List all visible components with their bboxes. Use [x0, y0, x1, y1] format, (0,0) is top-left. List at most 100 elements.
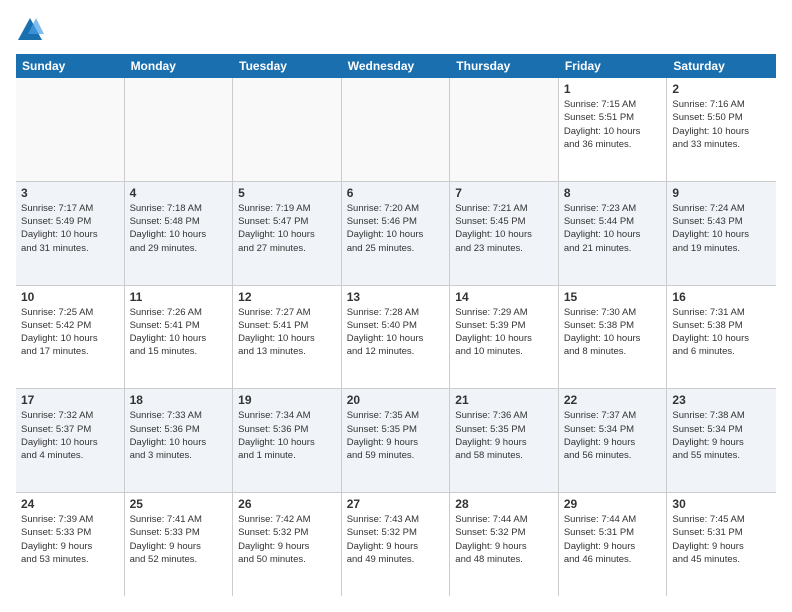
day-cell-28: 28 Sunrise: 7:44 AM Sunset: 5:32 PM Dayli… — [450, 493, 559, 596]
header-day-friday: Friday — [559, 54, 668, 78]
header-day-sunday: Sunday — [16, 54, 125, 78]
day-info: Sunrise: 7:16 AM Sunset: 5:50 PM Dayligh… — [672, 98, 771, 151]
header-day-saturday: Saturday — [667, 54, 776, 78]
day-cell-2: 2Sunrise: 7:16 AM Sunset: 5:50 PM Daylig… — [667, 78, 776, 181]
logo-icon — [16, 16, 44, 44]
day-number: 3 — [21, 186, 119, 200]
day-number: 22 — [564, 393, 662, 407]
day-info: Sunrise: 7:26 AM Sunset: 5:41 PM Dayligh… — [130, 306, 228, 359]
day-info: Sunrise: 7:45 AM Sunset: 5:31 PM Dayligh… — [672, 513, 771, 566]
empty-cell — [16, 78, 125, 181]
day-cell-6: 6 Sunrise: 7:20 AM Sunset: 5:46 PM Daylig… — [342, 182, 451, 285]
calendar-row-2: 10Sunrise: 7:25 AM Sunset: 5:42 PM Dayli… — [16, 286, 776, 390]
day-number: 16 — [672, 290, 771, 304]
day-cell-17: 17 Sunrise: 7:32 AM Sunset: 5:37 PM Dayli… — [16, 389, 125, 492]
day-info: Sunrise: 7:39 AM Sunset: 5:33 PM Dayligh… — [21, 513, 119, 566]
day-cell-10: 10Sunrise: 7:25 AM Sunset: 5:42 PM Dayli… — [16, 286, 125, 389]
day-number: 14 — [455, 290, 553, 304]
day-number: 10 — [21, 290, 119, 304]
day-info: Sunrise: 7:35 AM Sunset: 5:35 PM Dayligh… — [347, 409, 445, 462]
day-cell-8: 8 Sunrise: 7:23 AM Sunset: 5:44 PM Daylig… — [559, 182, 668, 285]
day-number: 18 — [130, 393, 228, 407]
day-number: 9 — [672, 186, 771, 200]
page: SundayMondayTuesdayWednesdayThursdayFrid… — [0, 0, 792, 612]
logo — [16, 16, 48, 44]
day-cell-15: 15Sunrise: 7:30 AM Sunset: 5:38 PM Dayli… — [559, 286, 668, 389]
empty-cell — [450, 78, 559, 181]
day-number: 25 — [130, 497, 228, 511]
day-info: Sunrise: 7:19 AM Sunset: 5:47 PM Dayligh… — [238, 202, 336, 255]
day-number: 13 — [347, 290, 445, 304]
day-info: Sunrise: 7:15 AM Sunset: 5:51 PM Dayligh… — [564, 98, 662, 151]
header — [16, 16, 776, 44]
day-cell-21: 21 Sunrise: 7:36 AM Sunset: 5:35 PM Dayli… — [450, 389, 559, 492]
day-number: 28 — [455, 497, 553, 511]
day-cell-16: 16 Sunrise: 7:31 AM Sunset: 5:38 PM Dayli… — [667, 286, 776, 389]
day-number: 20 — [347, 393, 445, 407]
day-info: Sunrise: 7:20 AM Sunset: 5:46 PM Dayligh… — [347, 202, 445, 255]
day-info: Sunrise: 7:30 AM Sunset: 5:38 PM Dayligh… — [564, 306, 662, 359]
day-number: 21 — [455, 393, 553, 407]
day-number: 19 — [238, 393, 336, 407]
header-day-monday: Monday — [125, 54, 234, 78]
day-cell-27: 27 Sunrise: 7:43 AM Sunset: 5:32 PM Dayli… — [342, 493, 451, 596]
day-number: 8 — [564, 186, 662, 200]
day-cell-20: 20 Sunrise: 7:35 AM Sunset: 5:35 PM Dayli… — [342, 389, 451, 492]
day-cell-12: 12 Sunrise: 7:27 AM Sunset: 5:41 PM Dayli… — [233, 286, 342, 389]
day-cell-26: 26 Sunrise: 7:42 AM Sunset: 5:32 PM Dayli… — [233, 493, 342, 596]
day-number: 27 — [347, 497, 445, 511]
day-cell-25: 25 Sunrise: 7:41 AM Sunset: 5:33 PM Dayli… — [125, 493, 234, 596]
day-number: 4 — [130, 186, 228, 200]
day-info: Sunrise: 7:23 AM Sunset: 5:44 PM Dayligh… — [564, 202, 662, 255]
day-number: 23 — [672, 393, 771, 407]
header-day-tuesday: Tuesday — [233, 54, 342, 78]
day-info: Sunrise: 7:42 AM Sunset: 5:32 PM Dayligh… — [238, 513, 336, 566]
day-info: Sunrise: 7:28 AM Sunset: 5:40 PM Dayligh… — [347, 306, 445, 359]
day-cell-3: 3 Sunrise: 7:17 AM Sunset: 5:49 PM Daylig… — [16, 182, 125, 285]
day-cell-30: 30 Sunrise: 7:45 AM Sunset: 5:31 PM Dayli… — [667, 493, 776, 596]
empty-cell — [342, 78, 451, 181]
day-info: Sunrise: 7:36 AM Sunset: 5:35 PM Dayligh… — [455, 409, 553, 462]
calendar-body: 1 Sunrise: 7:15 AM Sunset: 5:51 PM Daylig… — [16, 78, 776, 596]
day-info: Sunrise: 7:41 AM Sunset: 5:33 PM Dayligh… — [130, 513, 228, 566]
day-cell-29: 29Sunrise: 7:44 AM Sunset: 5:31 PM Dayli… — [559, 493, 668, 596]
day-number: 11 — [130, 290, 228, 304]
day-cell-19: 19 Sunrise: 7:34 AM Sunset: 5:36 PM Dayli… — [233, 389, 342, 492]
day-cell-11: 11 Sunrise: 7:26 AM Sunset: 5:41 PM Dayli… — [125, 286, 234, 389]
day-info: Sunrise: 7:33 AM Sunset: 5:36 PM Dayligh… — [130, 409, 228, 462]
day-cell-22: 22 Sunrise: 7:37 AM Sunset: 5:34 PM Dayli… — [559, 389, 668, 492]
day-cell-13: 13 Sunrise: 7:28 AM Sunset: 5:40 PM Dayli… — [342, 286, 451, 389]
day-number: 17 — [21, 393, 119, 407]
day-number: 7 — [455, 186, 553, 200]
day-info: Sunrise: 7:38 AM Sunset: 5:34 PM Dayligh… — [672, 409, 771, 462]
day-info: Sunrise: 7:32 AM Sunset: 5:37 PM Dayligh… — [21, 409, 119, 462]
header-day-wednesday: Wednesday — [342, 54, 451, 78]
empty-cell — [125, 78, 234, 181]
day-number: 24 — [21, 497, 119, 511]
day-info: Sunrise: 7:44 AM Sunset: 5:32 PM Dayligh… — [455, 513, 553, 566]
day-cell-9: 9Sunrise: 7:24 AM Sunset: 5:43 PM Daylig… — [667, 182, 776, 285]
calendar-row-0: 1 Sunrise: 7:15 AM Sunset: 5:51 PM Daylig… — [16, 78, 776, 182]
day-info: Sunrise: 7:18 AM Sunset: 5:48 PM Dayligh… — [130, 202, 228, 255]
day-cell-24: 24 Sunrise: 7:39 AM Sunset: 5:33 PM Dayli… — [16, 493, 125, 596]
day-info: Sunrise: 7:43 AM Sunset: 5:32 PM Dayligh… — [347, 513, 445, 566]
day-info: Sunrise: 7:34 AM Sunset: 5:36 PM Dayligh… — [238, 409, 336, 462]
calendar-row-3: 17 Sunrise: 7:32 AM Sunset: 5:37 PM Dayli… — [16, 389, 776, 493]
empty-cell — [233, 78, 342, 181]
day-info: Sunrise: 7:44 AM Sunset: 5:31 PM Dayligh… — [564, 513, 662, 566]
day-info: Sunrise: 7:27 AM Sunset: 5:41 PM Dayligh… — [238, 306, 336, 359]
day-number: 12 — [238, 290, 336, 304]
day-info: Sunrise: 7:31 AM Sunset: 5:38 PM Dayligh… — [672, 306, 771, 359]
day-cell-23: 23 Sunrise: 7:38 AM Sunset: 5:34 PM Dayli… — [667, 389, 776, 492]
day-info: Sunrise: 7:17 AM Sunset: 5:49 PM Dayligh… — [21, 202, 119, 255]
day-number: 26 — [238, 497, 336, 511]
day-cell-5: 5Sunrise: 7:19 AM Sunset: 5:47 PM Daylig… — [233, 182, 342, 285]
day-number: 30 — [672, 497, 771, 511]
day-number: 1 — [564, 82, 662, 96]
day-cell-7: 7Sunrise: 7:21 AM Sunset: 5:45 PM Daylig… — [450, 182, 559, 285]
day-number: 6 — [347, 186, 445, 200]
day-info: Sunrise: 7:37 AM Sunset: 5:34 PM Dayligh… — [564, 409, 662, 462]
calendar: SundayMondayTuesdayWednesdayThursdayFrid… — [16, 54, 776, 596]
calendar-row-4: 24 Sunrise: 7:39 AM Sunset: 5:33 PM Dayli… — [16, 493, 776, 596]
header-day-thursday: Thursday — [450, 54, 559, 78]
